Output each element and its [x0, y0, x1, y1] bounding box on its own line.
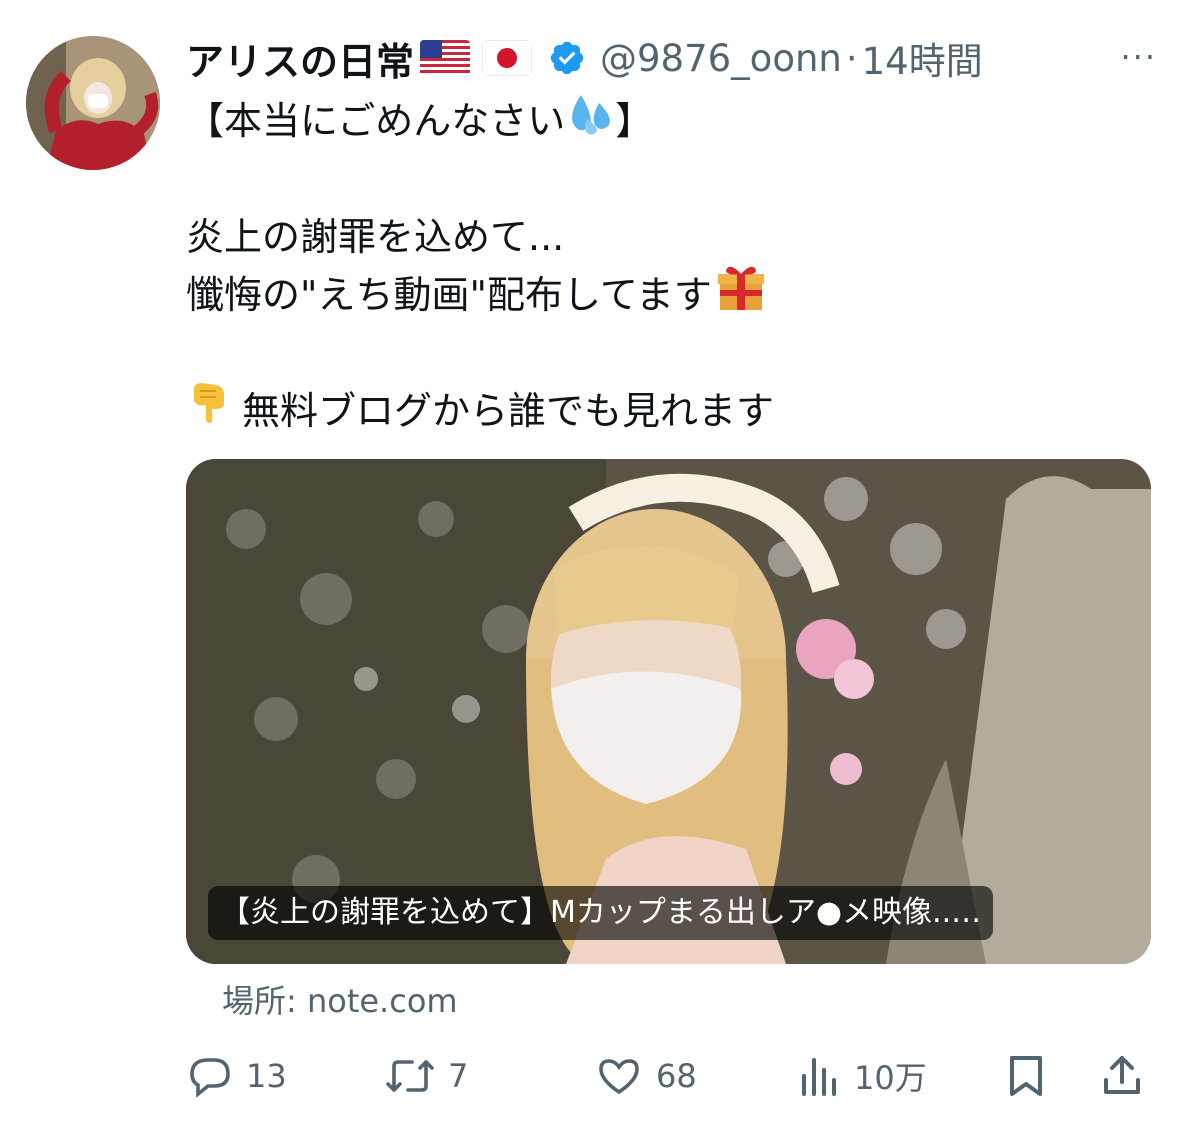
- tweet-text: 【本当にごめんなさい 】 炎上の謝罪を込めて... 懺悔の"えち動画"配布してま…: [186, 92, 1146, 440]
- retweet-icon: [386, 1060, 434, 1092]
- reply-icon: [190, 1058, 230, 1098]
- retweet-count: 7: [448, 1057, 469, 1095]
- link-card[interactable]: 【炎上の謝罪を込めて】Mカップまる出しア●メ映像..…: [186, 459, 1151, 964]
- reply-button[interactable]: 13: [186, 1046, 287, 1106]
- views-button[interactable]: 10万: [798, 1046, 927, 1106]
- separator-dot: ·: [845, 36, 858, 80]
- more-options-icon[interactable]: ···: [1120, 38, 1157, 76]
- user-handle[interactable]: @9876_oonn: [600, 37, 842, 80]
- view-count: 10万: [854, 1059, 927, 1097]
- reply-count: 13: [246, 1057, 287, 1095]
- avatar-image: [26, 36, 160, 170]
- action-bar: 13 7 68 10万: [186, 1046, 1146, 1106]
- display-name[interactable]: アリスの日常: [186, 31, 414, 86]
- text-line-4: 無料ブログから誰でも見れます: [186, 382, 1146, 440]
- tweet-header: アリスの日常 @9876_oonn · 14時間: [186, 30, 1146, 86]
- heart-icon: [599, 1059, 639, 1095]
- like-count: 68: [656, 1057, 697, 1095]
- bookmark-icon: [1010, 1056, 1042, 1096]
- text-line-3: 懺悔の"えち動画"配布してます: [186, 266, 1146, 324]
- bookmark-button[interactable]: [1004, 1046, 1048, 1106]
- text-line-2: 炎上の謝罪を込めて...: [186, 215, 565, 259]
- analytics-icon: [802, 1058, 836, 1096]
- japan-flag-icon: [482, 40, 533, 76]
- avatar[interactable]: [26, 36, 160, 170]
- card-source[interactable]: 場所: note.com: [222, 975, 458, 1027]
- verified-badge-icon[interactable]: [548, 39, 586, 77]
- like-button[interactable]: 68: [594, 1046, 697, 1106]
- retweet-button[interactable]: 7: [384, 1046, 468, 1106]
- pointing-down-icon: [186, 379, 234, 443]
- share-button[interactable]: [1100, 1046, 1144, 1106]
- text-line-1: 【本当にごめんなさい 】: [186, 92, 1146, 150]
- card-title: 【炎上の謝罪を込めて】Mカップまる出しア●メ映像..…: [208, 886, 994, 940]
- timestamp[interactable]: 14時間: [862, 31, 983, 85]
- gift-icon: [714, 260, 768, 330]
- share-icon: [1104, 1056, 1140, 1094]
- sweat-droplets-icon: [565, 89, 615, 153]
- us-flag-icon: [420, 40, 471, 76]
